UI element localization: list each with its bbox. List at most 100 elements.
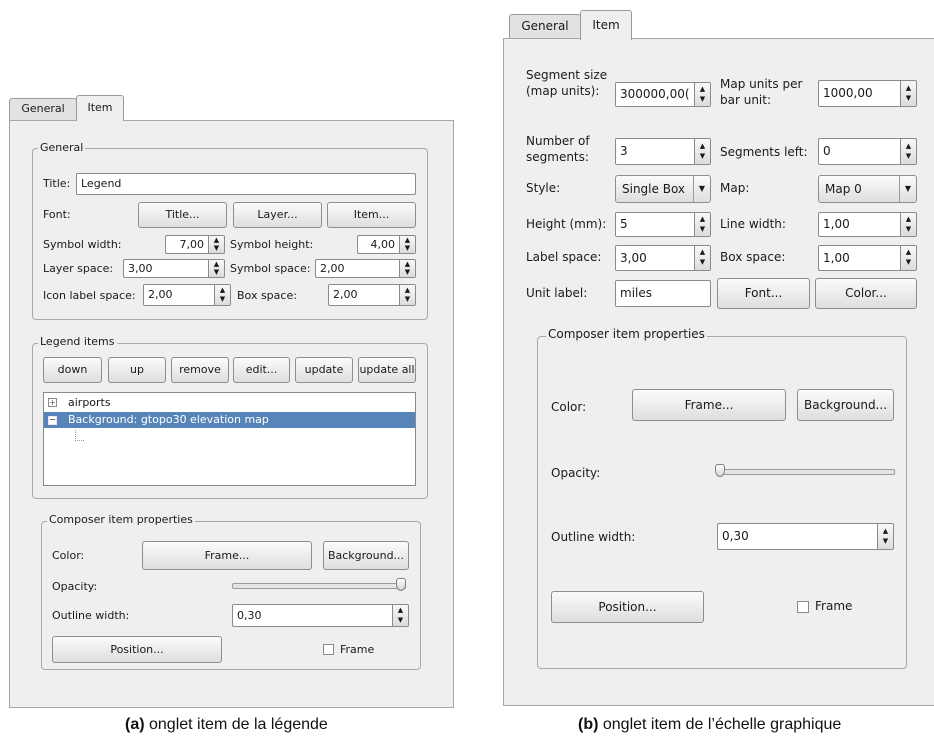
tree-item-airports[interactable]: + airports [44,395,415,410]
opacity-slider[interactable] [717,469,895,475]
spin-arrows-icon[interactable]: ▲ ▼ [399,236,415,253]
spin-arrows-icon[interactable]: ▲ ▼ [694,139,710,164]
legend-items-tree[interactable]: + airports − Background: gtopo30 elevati… [43,392,416,486]
outline-width-label: Outline width: [551,530,636,544]
spin-arrows-icon[interactable]: ▲ ▼ [900,213,916,236]
symbol-height-value: 4,00 [370,238,396,251]
title-font-button[interactable]: Title... [138,202,227,228]
style-label: Style: [526,181,561,195]
spin-arrows-icon[interactable]: ▲ ▼ [208,236,224,253]
segment-size-spinbox[interactable]: 300000,00( ▲ ▼ [615,82,711,107]
opacity-slider-handle[interactable] [396,578,406,591]
position-button[interactable]: Position... [551,591,704,623]
spin-arrows-icon[interactable]: ▲ ▼ [900,139,916,164]
icon-label-space-spinbox[interactable]: 2,00 ▲ ▼ [143,284,231,306]
update-all-button[interactable]: update all [358,357,416,383]
outline-width-value: 0,30 [722,529,749,543]
position-button[interactable]: Position... [52,636,222,663]
frame-checkbox-label: Frame [340,643,375,656]
frame-checkbox[interactable] [323,644,334,655]
height-value: 5 [620,217,628,231]
update-button[interactable]: update [295,357,353,383]
tree-connector-icon [75,430,84,441]
tree-item-background[interactable]: − Background: gtopo30 elevation map [44,412,415,428]
unit-label-input[interactable]: miles [615,280,711,307]
layer-font-button[interactable]: Layer... [233,202,322,228]
frame-color-button[interactable]: Frame... [142,541,312,570]
opacity-slider[interactable] [232,583,406,589]
unit-label-label: Unit label: [526,286,588,300]
chevron-down-icon[interactable]: ▼ [899,176,916,202]
chevron-down-icon[interactable]: ▼ [693,176,710,202]
outline-width-spinbox[interactable]: 0,30 ▲ ▼ [232,604,409,627]
caption-a-letter: (a) [125,716,145,733]
item-font-button[interactable]: Item... [327,202,416,228]
box-space-spinbox[interactable]: 1,00 ▲ ▼ [818,245,917,271]
tab-item[interactable]: Item [76,95,124,121]
label-space-spinbox[interactable]: 3,00 ▲ ▼ [615,245,711,271]
outline-width-spinbox[interactable]: 0,30 ▲ ▼ [717,523,894,550]
collapse-icon[interactable]: − [48,416,57,425]
frame-checkbox-label: Frame [815,599,853,613]
spin-arrows-icon[interactable]: ▲ ▼ [900,81,916,106]
spin-arrows-icon[interactable]: ▲ ▼ [399,285,415,305]
color-button[interactable]: Color... [815,278,917,309]
background-color-button[interactable]: Background... [797,389,894,421]
segment-size-label: Segment size (map units): [526,68,608,98]
symbol-width-value: 7,00 [179,238,205,251]
symbol-height-label: Symbol height: [230,238,314,251]
font-button[interactable]: Font... [717,278,810,309]
symbol-space-spinbox[interactable]: 2,00 ▲ ▼ [315,259,416,278]
opacity-slider-handle[interactable] [715,464,725,477]
box-space-spinbox[interactable]: 2,00 ▲ ▼ [328,284,416,306]
spin-arrows-icon[interactable]: ▲ ▼ [392,605,408,626]
height-spinbox[interactable]: 5 ▲ ▼ [615,212,711,237]
spin-arrows-icon[interactable]: ▲ ▼ [399,260,415,277]
line-width-value: 1,00 [823,217,850,231]
box-space-value: 2,00 [333,288,358,301]
style-dropdown[interactable]: Single Box ▼ [615,175,711,203]
tab-general[interactable]: General [509,14,581,39]
symbol-height-spinbox[interactable]: 4,00 ▲ ▼ [357,235,416,254]
spin-arrows-icon[interactable]: ▲ ▼ [214,285,230,305]
tab-general[interactable]: General [9,98,77,120]
symbol-space-value: 2,00 [320,262,345,275]
tree-item-label: airports [68,396,111,409]
symbol-width-spinbox[interactable]: 7,00 ▲ ▼ [165,235,225,254]
spin-arrows-icon[interactable]: ▲ ▼ [694,83,710,106]
segments-left-label: Segments left: [720,145,808,159]
spin-arrows-icon[interactable]: ▲ ▼ [877,524,893,549]
spin-arrows-icon[interactable]: ▲ ▼ [900,246,916,270]
edit-button[interactable]: edit... [233,357,290,383]
box-space-label: Box space: [720,250,786,264]
spin-arrows-icon[interactable]: ▲ ▼ [694,213,710,236]
line-width-spinbox[interactable]: 1,00 ▲ ▼ [818,212,917,237]
remove-button[interactable]: remove [171,357,229,383]
background-color-button[interactable]: Background... [323,541,409,570]
num-segments-spinbox[interactable]: 3 ▲ ▼ [615,138,711,165]
legend-items-group-label: Legend items [38,335,117,348]
tab-item[interactable]: Item [580,10,632,40]
general-group-label: General [38,141,86,154]
map-dropdown[interactable]: Map 0 ▼ [818,175,917,203]
title-label: Title: [43,177,71,190]
caption-a-text: onglet item de la légende [144,716,328,733]
segments-left-spinbox[interactable]: 0 ▲ ▼ [818,138,917,165]
spin-arrows-icon[interactable]: ▲ ▼ [694,246,710,270]
map-value: Map 0 [825,182,862,196]
box-space-value: 1,00 [823,251,850,265]
down-button[interactable]: down [43,357,102,383]
style-value: Single Box [622,182,686,196]
caption-b: (b) onglet item de l’échelle graphique [578,716,841,734]
layer-space-spinbox[interactable]: 3,00 ▲ ▼ [123,259,225,278]
label-space-label: Label space: [526,250,602,264]
up-button[interactable]: up [108,357,166,383]
frame-color-button[interactable]: Frame... [632,389,786,421]
frame-checkbox[interactable] [797,601,809,613]
map-units-spinbox[interactable]: 1000,00 ▲ ▼ [818,80,917,107]
outline-width-label: Outline width: [52,609,130,622]
caption-b-letter: (b) [578,716,599,733]
title-input[interactable]: Legend [76,173,416,195]
spin-arrows-icon[interactable]: ▲ ▼ [208,260,224,277]
expand-icon[interactable]: + [48,398,57,407]
